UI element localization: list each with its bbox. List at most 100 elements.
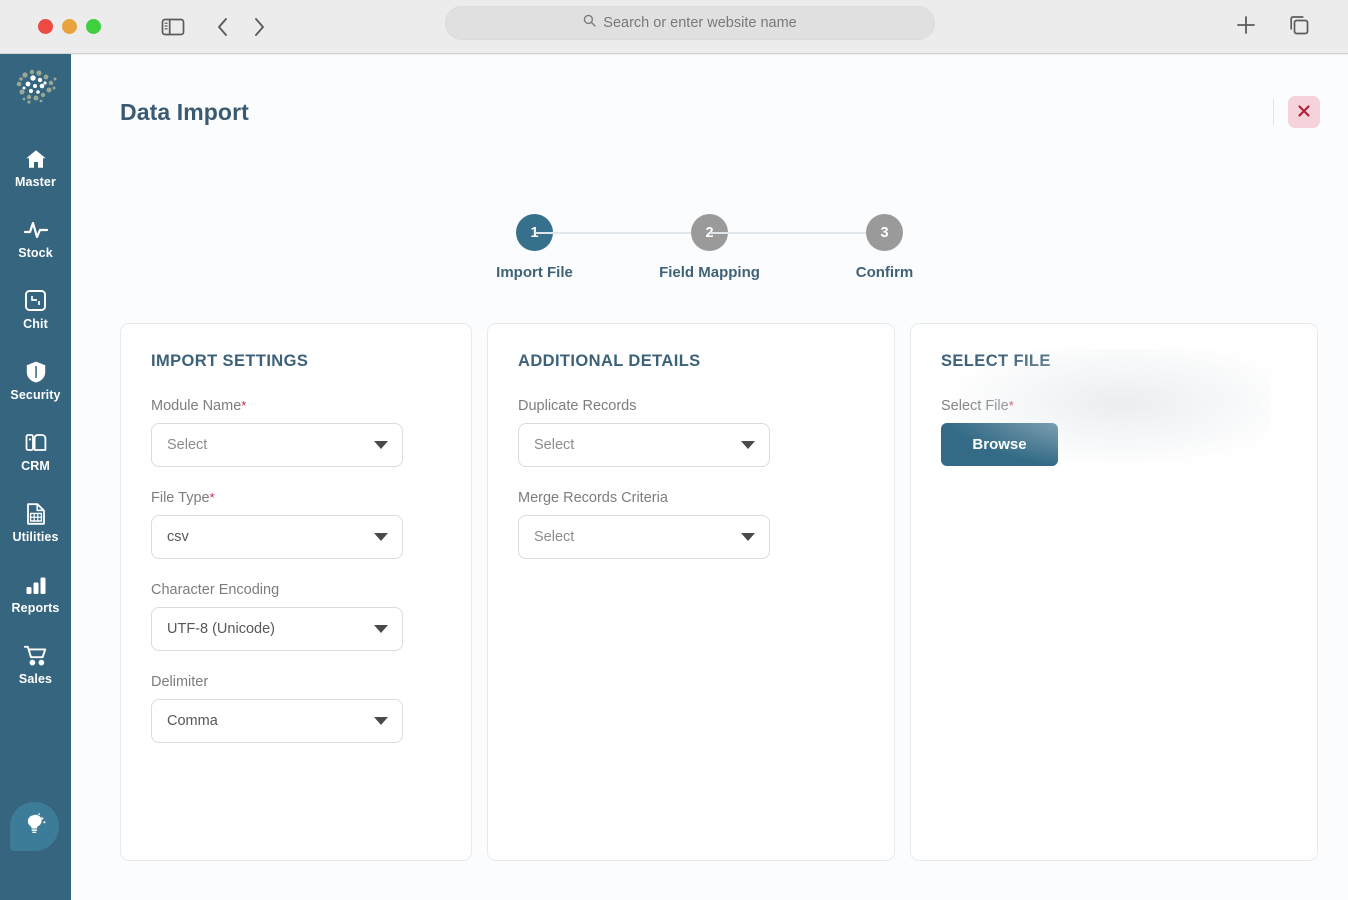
required-marker: * xyxy=(209,490,215,505)
help-idea-fab[interactable] xyxy=(10,802,59,851)
module-name-select[interactable]: Select xyxy=(151,423,403,467)
pulse-icon xyxy=(23,218,49,242)
field-duplicate-records: Duplicate Records Select xyxy=(518,398,864,467)
crm-icon xyxy=(24,431,48,455)
browse-button[interactable]: Browse xyxy=(941,423,1058,466)
sidebar-nav: Master Stock Chit Security CRM Utilities… xyxy=(0,132,71,700)
header-divider xyxy=(1273,99,1274,125)
required-marker: * xyxy=(1008,398,1014,413)
select-value: UTF-8 (Unicode) xyxy=(167,621,275,637)
sidebar-item-master[interactable]: Master xyxy=(0,132,71,203)
card-import-settings: IMPORT SETTINGS Module Name* Select File… xyxy=(120,323,472,861)
chevron-down-icon xyxy=(741,441,755,449)
sidebar-item-label: CRM xyxy=(21,458,50,473)
grid-document-icon xyxy=(25,502,47,526)
browser-chrome: Search or enter website name xyxy=(0,0,1348,54)
select-value: csv xyxy=(167,529,189,545)
select-value: Comma xyxy=(167,713,218,729)
address-bar-placeholder: Search or enter website name xyxy=(603,15,797,31)
delimiter-select[interactable]: Comma xyxy=(151,699,403,743)
close-window-button[interactable] xyxy=(38,19,53,34)
select-value: Select xyxy=(534,529,575,545)
field-merge-records-criteria: Merge Records Criteria Select xyxy=(518,490,864,559)
window-controls xyxy=(38,19,101,34)
card-additional-details: ADDITIONAL DETAILS Duplicate Records Sel… xyxy=(487,323,895,861)
page-content: Data Import 1 Import File 2 xyxy=(71,54,1348,900)
duplicate-records-select[interactable]: Select xyxy=(518,423,770,467)
select-value: Select xyxy=(534,437,575,453)
required-marker: * xyxy=(241,398,247,413)
step-connector xyxy=(534,232,710,234)
lightbulb-icon xyxy=(22,811,48,842)
bar-chart-icon xyxy=(24,573,48,597)
field-label: Select File* xyxy=(941,398,1014,414)
minimize-window-button[interactable] xyxy=(62,19,77,34)
sidebar-item-utilities[interactable]: Utilities xyxy=(0,487,71,558)
chevron-left-icon[interactable] xyxy=(215,16,231,38)
shopping-cart-icon xyxy=(23,644,48,668)
sidebar-item-crm[interactable]: CRM xyxy=(0,416,71,487)
search-icon xyxy=(583,14,596,32)
card-title: ADDITIONAL DETAILS xyxy=(518,352,701,370)
sidebar: Master Stock Chit Security CRM Utilities… xyxy=(0,54,71,900)
file-type-select[interactable]: csv xyxy=(151,515,403,559)
field-module-name: Module Name* Select xyxy=(151,398,441,467)
step-connector xyxy=(709,232,885,234)
field-label: Merge Records Criteria xyxy=(518,490,668,506)
card-title: SELECT FILE xyxy=(941,352,1051,370)
plus-icon[interactable] xyxy=(1235,14,1257,41)
sidebar-item-label: Sales xyxy=(18,671,53,686)
step-label: Import File xyxy=(496,264,573,281)
address-bar[interactable]: Search or enter website name xyxy=(445,6,935,40)
field-label: Module Name* xyxy=(151,398,247,414)
home-icon xyxy=(24,147,48,171)
sidebar-item-label: Security xyxy=(10,387,61,402)
field-character-encoding: Character Encoding UTF-8 (Unicode) xyxy=(151,582,441,651)
chevron-right-icon[interactable] xyxy=(251,16,267,38)
sidebar-item-security[interactable]: Security xyxy=(0,345,71,416)
page-title: Data Import xyxy=(120,98,249,125)
chrome-right-actions xyxy=(1235,0,1310,54)
shield-icon xyxy=(25,360,47,384)
card-title: IMPORT SETTINGS xyxy=(151,352,309,370)
content-top-divider xyxy=(71,54,1348,55)
chevron-down-icon xyxy=(374,717,388,725)
chevron-down-icon xyxy=(741,533,755,541)
maximize-window-button[interactable] xyxy=(86,19,101,34)
sidebar-item-label: Chit xyxy=(23,316,48,331)
step-label: Field Mapping xyxy=(659,264,760,281)
header-actions xyxy=(1273,96,1320,128)
field-file-type: File Type* csv xyxy=(151,490,441,559)
character-encoding-select[interactable]: UTF-8 (Unicode) xyxy=(151,607,403,651)
field-label: Delimiter xyxy=(151,674,209,690)
field-select-file: Select File* Browse xyxy=(941,398,1287,466)
card-select-file: SELECT FILE Select File* Browse xyxy=(910,323,1318,861)
close-icon xyxy=(1297,104,1311,121)
sidebar-item-chit[interactable]: Chit xyxy=(0,274,71,345)
sidebar-item-label: Master xyxy=(15,174,56,189)
form-cards: IMPORT SETTINGS Module Name* Select File… xyxy=(120,323,1318,861)
field-label: File Type* xyxy=(151,490,215,506)
close-button[interactable] xyxy=(1288,96,1320,128)
step-number-badge: 3 xyxy=(866,214,903,251)
page-header: Data Import xyxy=(120,86,1320,138)
field-label: Character Encoding xyxy=(151,582,280,598)
sidebar-item-reports[interactable]: Reports xyxy=(0,558,71,629)
field-delimiter: Delimiter Comma xyxy=(151,674,441,743)
field-label: Duplicate Records xyxy=(518,398,637,414)
import-stepper: 1 Import File 2 Field Mapping 3 Confirm xyxy=(71,214,1348,281)
sidebar-item-label: Reports xyxy=(11,600,60,615)
sidebar-item-label: Utilities xyxy=(12,529,59,544)
step-label: Confirm xyxy=(855,264,914,281)
sidebar-item-sales[interactable]: Sales xyxy=(0,629,71,700)
scan-frame-icon xyxy=(24,289,47,313)
chevron-down-icon xyxy=(374,625,388,633)
select-value: Select xyxy=(167,437,208,453)
brain-logo[interactable] xyxy=(0,58,71,116)
merge-records-criteria-select[interactable]: Select xyxy=(518,515,770,559)
sidebar-item-stock[interactable]: Stock xyxy=(0,203,71,274)
sidebar-toggle-icon[interactable] xyxy=(161,17,185,37)
chevron-down-icon xyxy=(374,533,388,541)
tab-overview-icon[interactable] xyxy=(1288,14,1310,41)
sidebar-item-label: Stock xyxy=(18,245,53,260)
